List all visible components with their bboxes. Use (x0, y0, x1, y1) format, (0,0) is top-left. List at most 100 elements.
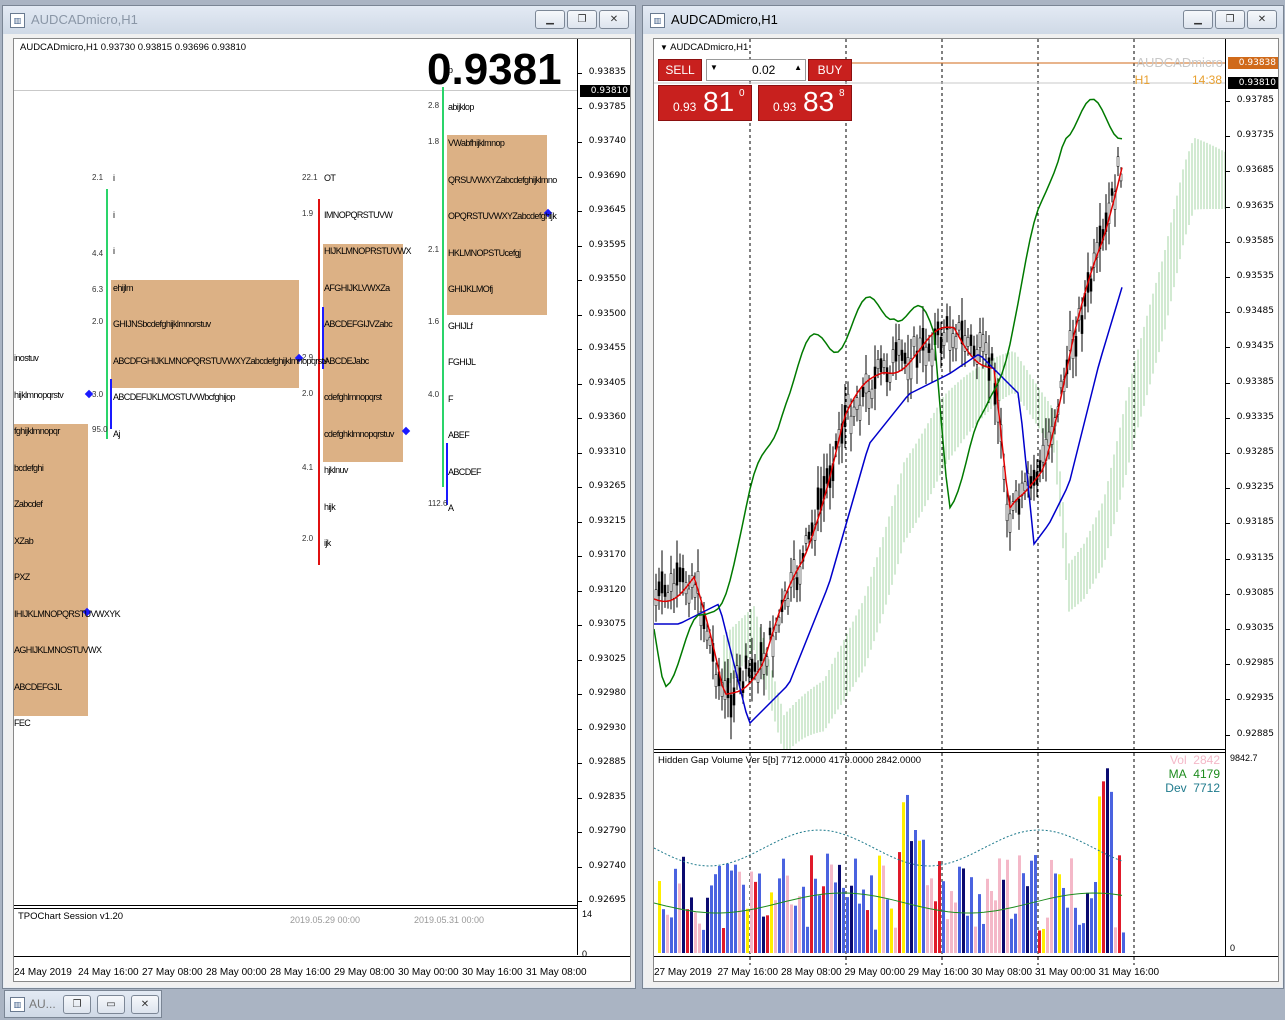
candle-body (870, 388, 874, 399)
tpo-row: AGHIJKLMNOSTUVWX (14, 645, 102, 655)
price-axis-label: 0.93485 (1236, 306, 1274, 317)
right-chart-window[interactable]: ▥ AUDCADmicro,H1 ▁ ❐ ✕ ▼ AUDCADmicro,H1 SE… (642, 5, 1284, 989)
restore-button[interactable]: ❐ (1215, 10, 1245, 29)
taskbar-close-button[interactable]: ✕ (131, 995, 159, 1014)
price-axis-tick (1226, 488, 1230, 490)
volume-bar (710, 885, 713, 953)
volume-bar (1038, 930, 1041, 953)
volume-bar (986, 878, 989, 953)
time-axis-label: 28 May 00:00 (206, 967, 267, 978)
sell-price-box[interactable]: 0.93 81 0 (658, 85, 752, 121)
tpo-row: ABCDEFIJKLMOSTUVWbcfghijop (113, 392, 236, 402)
price-axis-tick (1226, 277, 1230, 278)
volume-bar (702, 929, 705, 953)
taskbar-restore-button[interactable]: ❐ (63, 995, 91, 1014)
price-axis-tick (1226, 347, 1230, 349)
lot-increase-icon[interactable]: ▲ (794, 63, 802, 72)
candle-body (1017, 498, 1021, 515)
candle-body (729, 694, 733, 718)
price-axis-label: 0.92930 (588, 722, 626, 733)
tpo-row: ABCDEF (448, 466, 482, 477)
volume-bar (886, 899, 889, 953)
tpo-row: ABEF (448, 430, 470, 440)
volume-bar (1050, 859, 1053, 953)
candle-body (876, 359, 880, 369)
price-axis-tick (578, 245, 582, 247)
candle-body (1038, 460, 1042, 472)
restore-button[interactable]: ❐ (567, 10, 597, 29)
candle-body (702, 615, 706, 630)
left-chart-area[interactable]: AUDCADmicro,H1 0.93730 0.93815 0.93696 0… (13, 38, 631, 982)
price-axis-tick (1226, 558, 1230, 560)
tpo-value-label: 2.9 (302, 353, 314, 362)
volume-bar (1118, 855, 1121, 953)
volume-bar (918, 840, 921, 953)
price-axis-label: 0.92980 (588, 688, 626, 698)
tpo-value-label: 4.0 (428, 390, 440, 399)
time-axis-label: 31 May 00:00 (1035, 967, 1096, 978)
tpo-row: IMNOPQRSTUVW (324, 209, 393, 220)
candle-body (741, 681, 745, 693)
tpo-value-label: 3.0 (92, 390, 104, 399)
price-axis-label: 0.92740 (588, 860, 626, 871)
minimized-chart-window[interactable]: ▥ AU... ❐ ▭ ✕ (4, 990, 162, 1018)
price-axis-tick (578, 625, 582, 626)
tpo-row: VWabfhijklmnop (448, 138, 505, 148)
sell-button[interactable]: SELL (658, 59, 702, 81)
volume-bar (934, 901, 937, 953)
left-chart-window[interactable]: ▥ AUDCADmicro,H1 ▁ ❐ ✕ AUDCADmicro,H1 0.93… (2, 5, 636, 989)
price-axis-tick (1226, 101, 1230, 102)
minimize-button[interactable]: ▁ (1183, 10, 1213, 29)
volume-bar (1090, 898, 1093, 953)
tpo-row: F (448, 393, 453, 404)
price-axis-tick (1226, 382, 1230, 384)
candle-body (954, 336, 958, 350)
left-window-titlebar[interactable]: ▥ AUDCADmicro,H1 ▁ ❐ ✕ (3, 6, 635, 34)
candle-body (750, 658, 754, 681)
volume-bar (1082, 923, 1085, 953)
price-axis-label: 0.93360 (588, 412, 626, 422)
tpo-range-line (110, 379, 112, 429)
right-window-titlebar[interactable]: ▥ AUDCADmicro,H1 ▁ ❐ ✕ (643, 6, 1283, 34)
price-axis-tick (1226, 593, 1230, 595)
price-axis-label: 0.93335 (1236, 411, 1274, 422)
buy-button[interactable]: BUY (808, 59, 852, 81)
time-axis-label: 29 May 00:00 (844, 967, 906, 978)
candle-body (858, 404, 862, 421)
close-button[interactable]: ✕ (599, 10, 629, 29)
candle-body (666, 592, 670, 601)
volume-bar (882, 865, 885, 953)
volume-bar (866, 910, 869, 953)
tpo-row: Aj (113, 428, 120, 439)
minimize-button[interactable]: ▁ (535, 10, 565, 29)
candle-body (885, 367, 889, 383)
volume-bar (958, 866, 961, 953)
buy-price-box[interactable]: 0.93 83 8 (758, 85, 852, 121)
candle-body (675, 562, 679, 586)
price-axis-label: 0.93645 (588, 205, 626, 215)
right-chart-area[interactable]: ▼ AUDCADmicro,H1 SELL ▼ 0.02 ▲ BUY 0.93 … (653, 38, 1279, 982)
volume-bar (1022, 873, 1025, 953)
candle-body (765, 656, 769, 667)
taskbar-maximize-button[interactable]: ▭ (97, 995, 125, 1014)
tpo-value-label: 2.0 (302, 534, 314, 543)
close-button[interactable]: ✕ (1247, 10, 1277, 29)
tpo-row: OT (324, 173, 336, 183)
lot-decrease-icon[interactable]: ▼ (710, 63, 718, 72)
volume-histogram (654, 753, 1135, 965)
candle-body (738, 667, 742, 682)
price-axis-label: 0.92985 (1236, 658, 1274, 669)
volume-bar (966, 915, 969, 953)
price-axis-tick (1226, 453, 1230, 454)
chart-window-icon: ▥ (10, 13, 25, 28)
price-axis-tick (578, 694, 582, 695)
volume-bar (678, 883, 681, 953)
price-axis-label: 0.93235 (1236, 482, 1274, 493)
price-axis-label: 0.93035 (1236, 623, 1274, 633)
candle-body (903, 352, 907, 364)
volume-bar (818, 895, 821, 953)
candle-body (732, 687, 736, 706)
price-axis-tick (578, 556, 582, 557)
lot-size-field[interactable]: ▼ 0.02 ▲ (706, 59, 806, 81)
ichimoku-candle-chart (654, 39, 1226, 749)
